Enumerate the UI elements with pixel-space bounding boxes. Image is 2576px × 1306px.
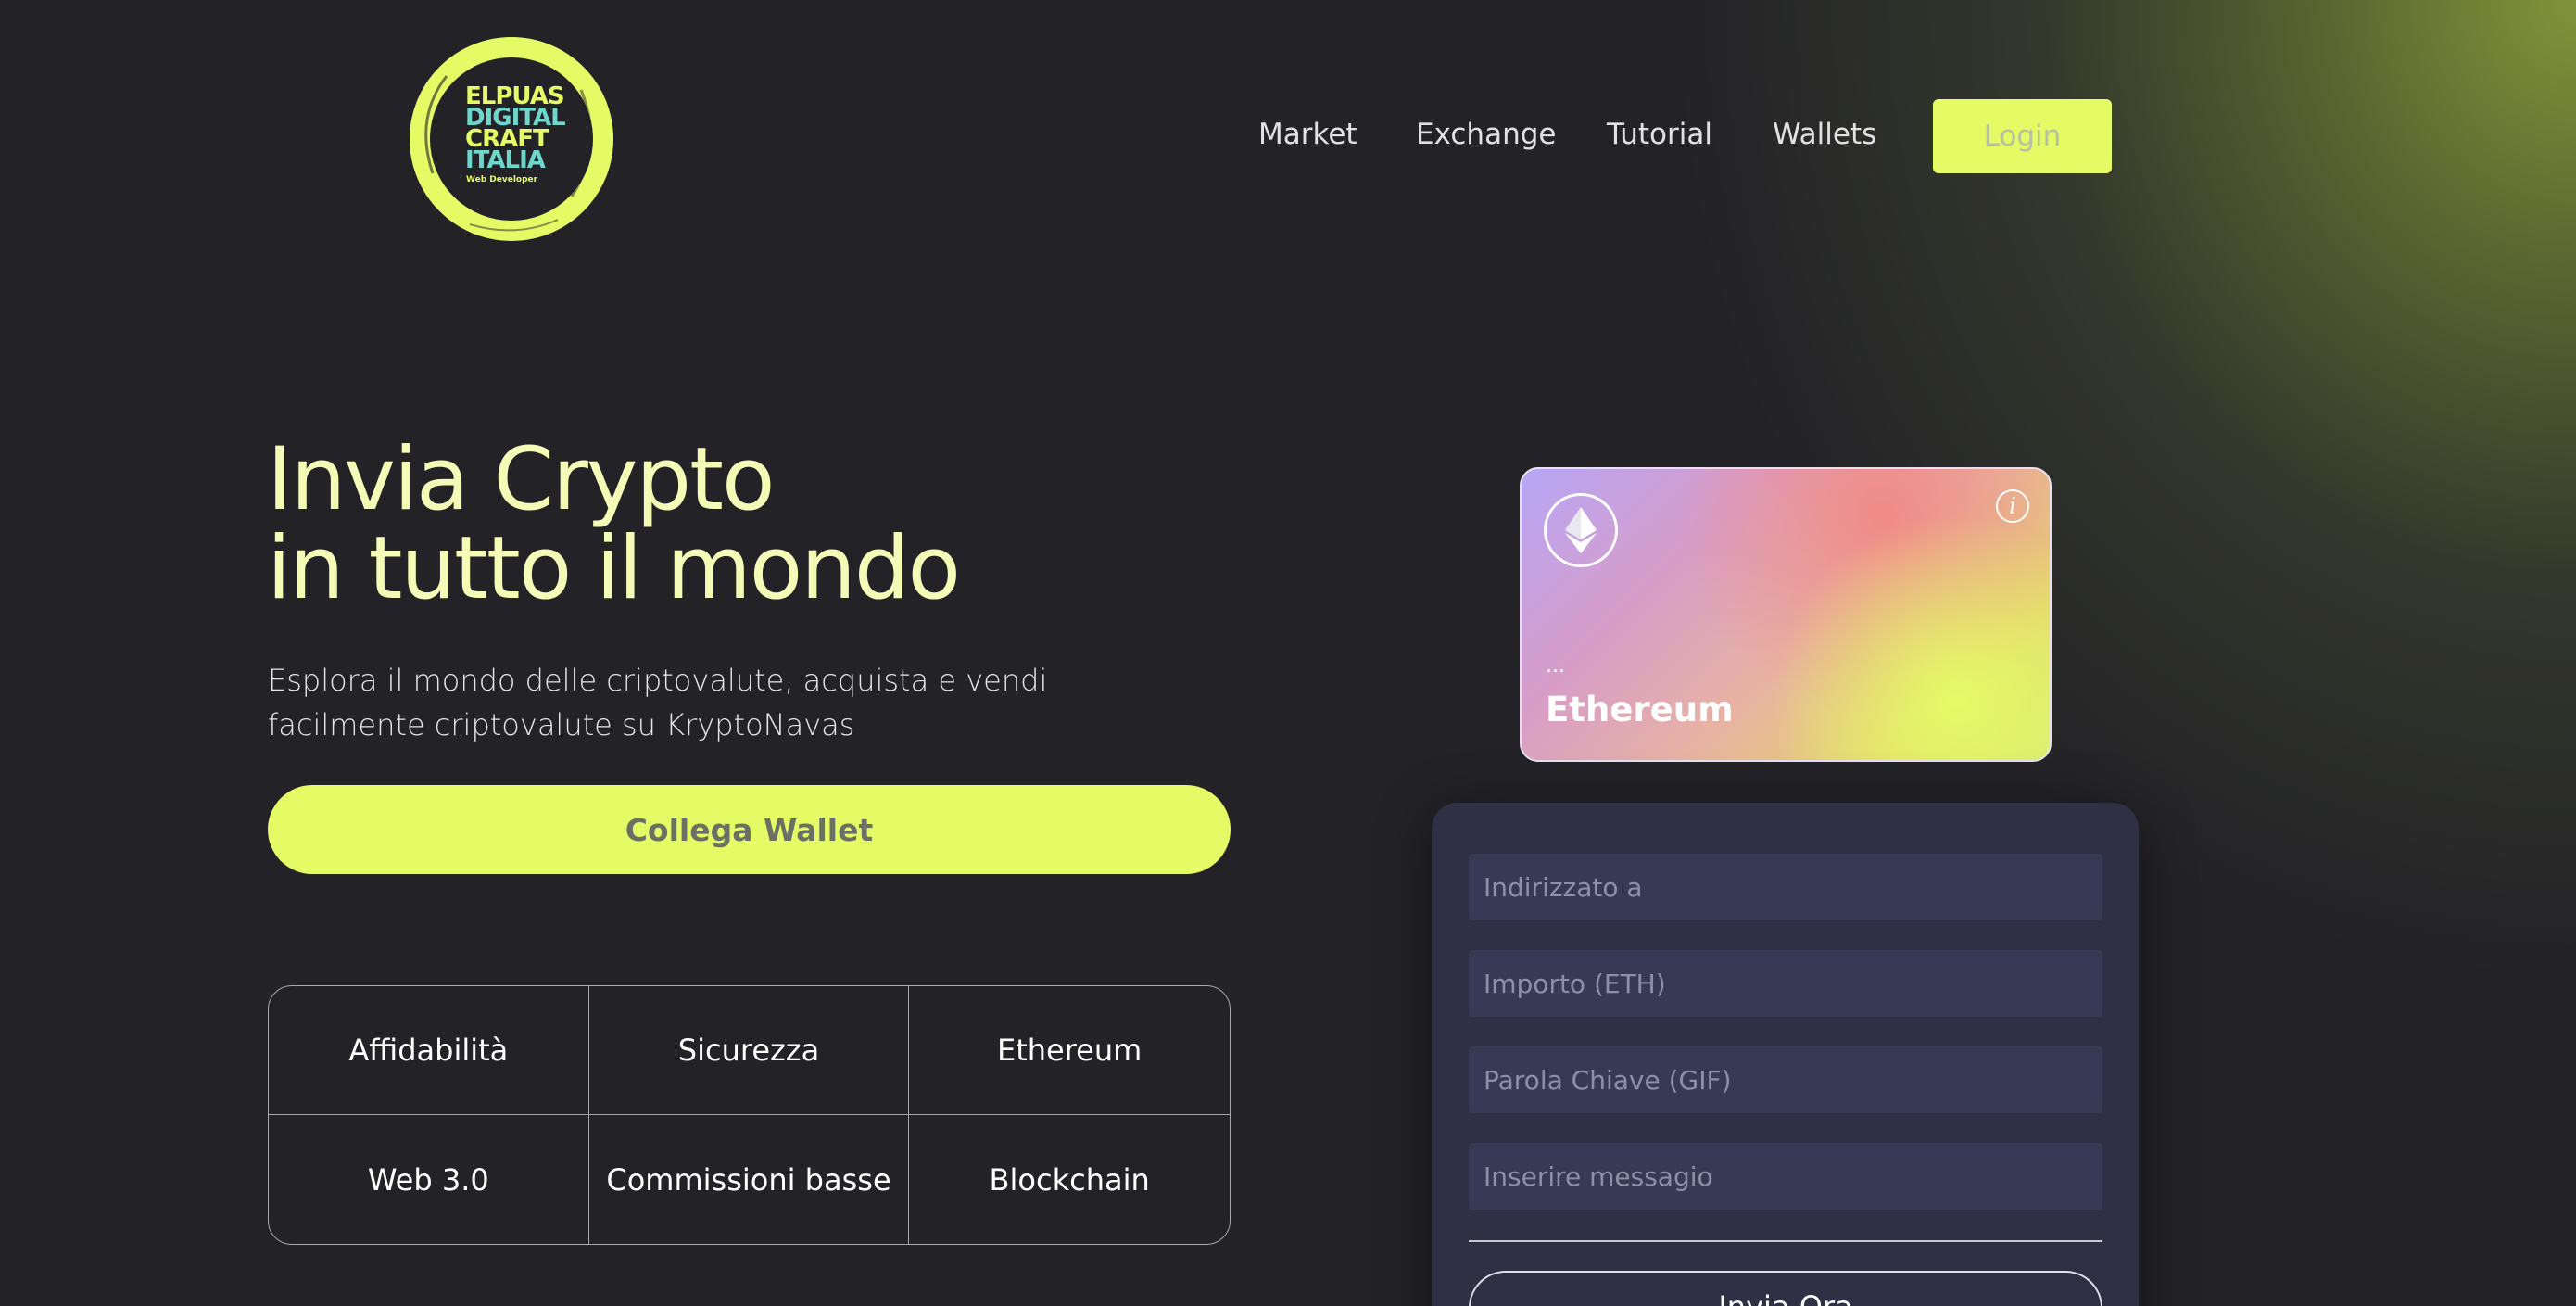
keyword-input[interactable] <box>1469 1046 2102 1113</box>
hero-title-line-1: Invia Crypto <box>267 429 775 530</box>
send-form: Invia Ora <box>1432 803 2139 1306</box>
feature-cell: Web 3.0 <box>269 1115 589 1244</box>
feature-cell: Affidabilità <box>269 986 589 1115</box>
ethereum-logo-icon <box>1544 493 1618 567</box>
feature-cell: Commissioni basse <box>589 1115 910 1244</box>
logo-text: ELPUAS DIGITAL CRAFT ITALIA <box>465 84 566 174</box>
card-coin-name: Ethereum <box>1546 690 1734 729</box>
features-grid: Affidabilità Sicurezza Ethereum Web 3.0 … <box>268 985 1231 1245</box>
feature-cell: Ethereum <box>909 986 1230 1115</box>
feature-cell: Blockchain <box>989 1161 1150 1198</box>
hero-title-line-2: in tutto il mondo <box>267 518 961 619</box>
address-input[interactable] <box>1469 854 2102 920</box>
nav-link-tutorial[interactable]: Tutorial <box>1607 118 1712 151</box>
nav-link-market[interactable]: Market <box>1258 118 1357 151</box>
hero-description: Esplora il mondo delle criptovalute, acq… <box>268 663 1048 742</box>
hero-title: Invia Crypto in tutto il mondo <box>267 429 961 619</box>
logo[interactable]: ELPUAS DIGITAL CRAFT ITALIA Web Develope… <box>405 34 619 244</box>
send-now-button[interactable]: Invia Ora <box>1469 1271 2102 1306</box>
card-address: ... <box>1546 654 1565 678</box>
info-icon[interactable]: i <box>1996 489 2029 523</box>
message-input[interactable] <box>1469 1143 2102 1210</box>
logo-line-4: ITALIA <box>465 146 546 174</box>
nav-link-wallets[interactable]: Wallets <box>1773 118 1876 151</box>
form-divider <box>1469 1240 2102 1242</box>
login-button[interactable]: Login <box>1933 99 2112 173</box>
ethereum-card: i ... Ethereum <box>1520 467 2052 762</box>
logo-subtitle: Web Developer <box>466 175 538 184</box>
feature-cell: Sicurezza <box>588 986 910 1115</box>
amount-input[interactable] <box>1469 950 2102 1017</box>
connect-wallet-button[interactable]: Collega Wallet <box>268 785 1231 874</box>
nav-link-exchange[interactable]: Exchange <box>1416 118 1556 151</box>
